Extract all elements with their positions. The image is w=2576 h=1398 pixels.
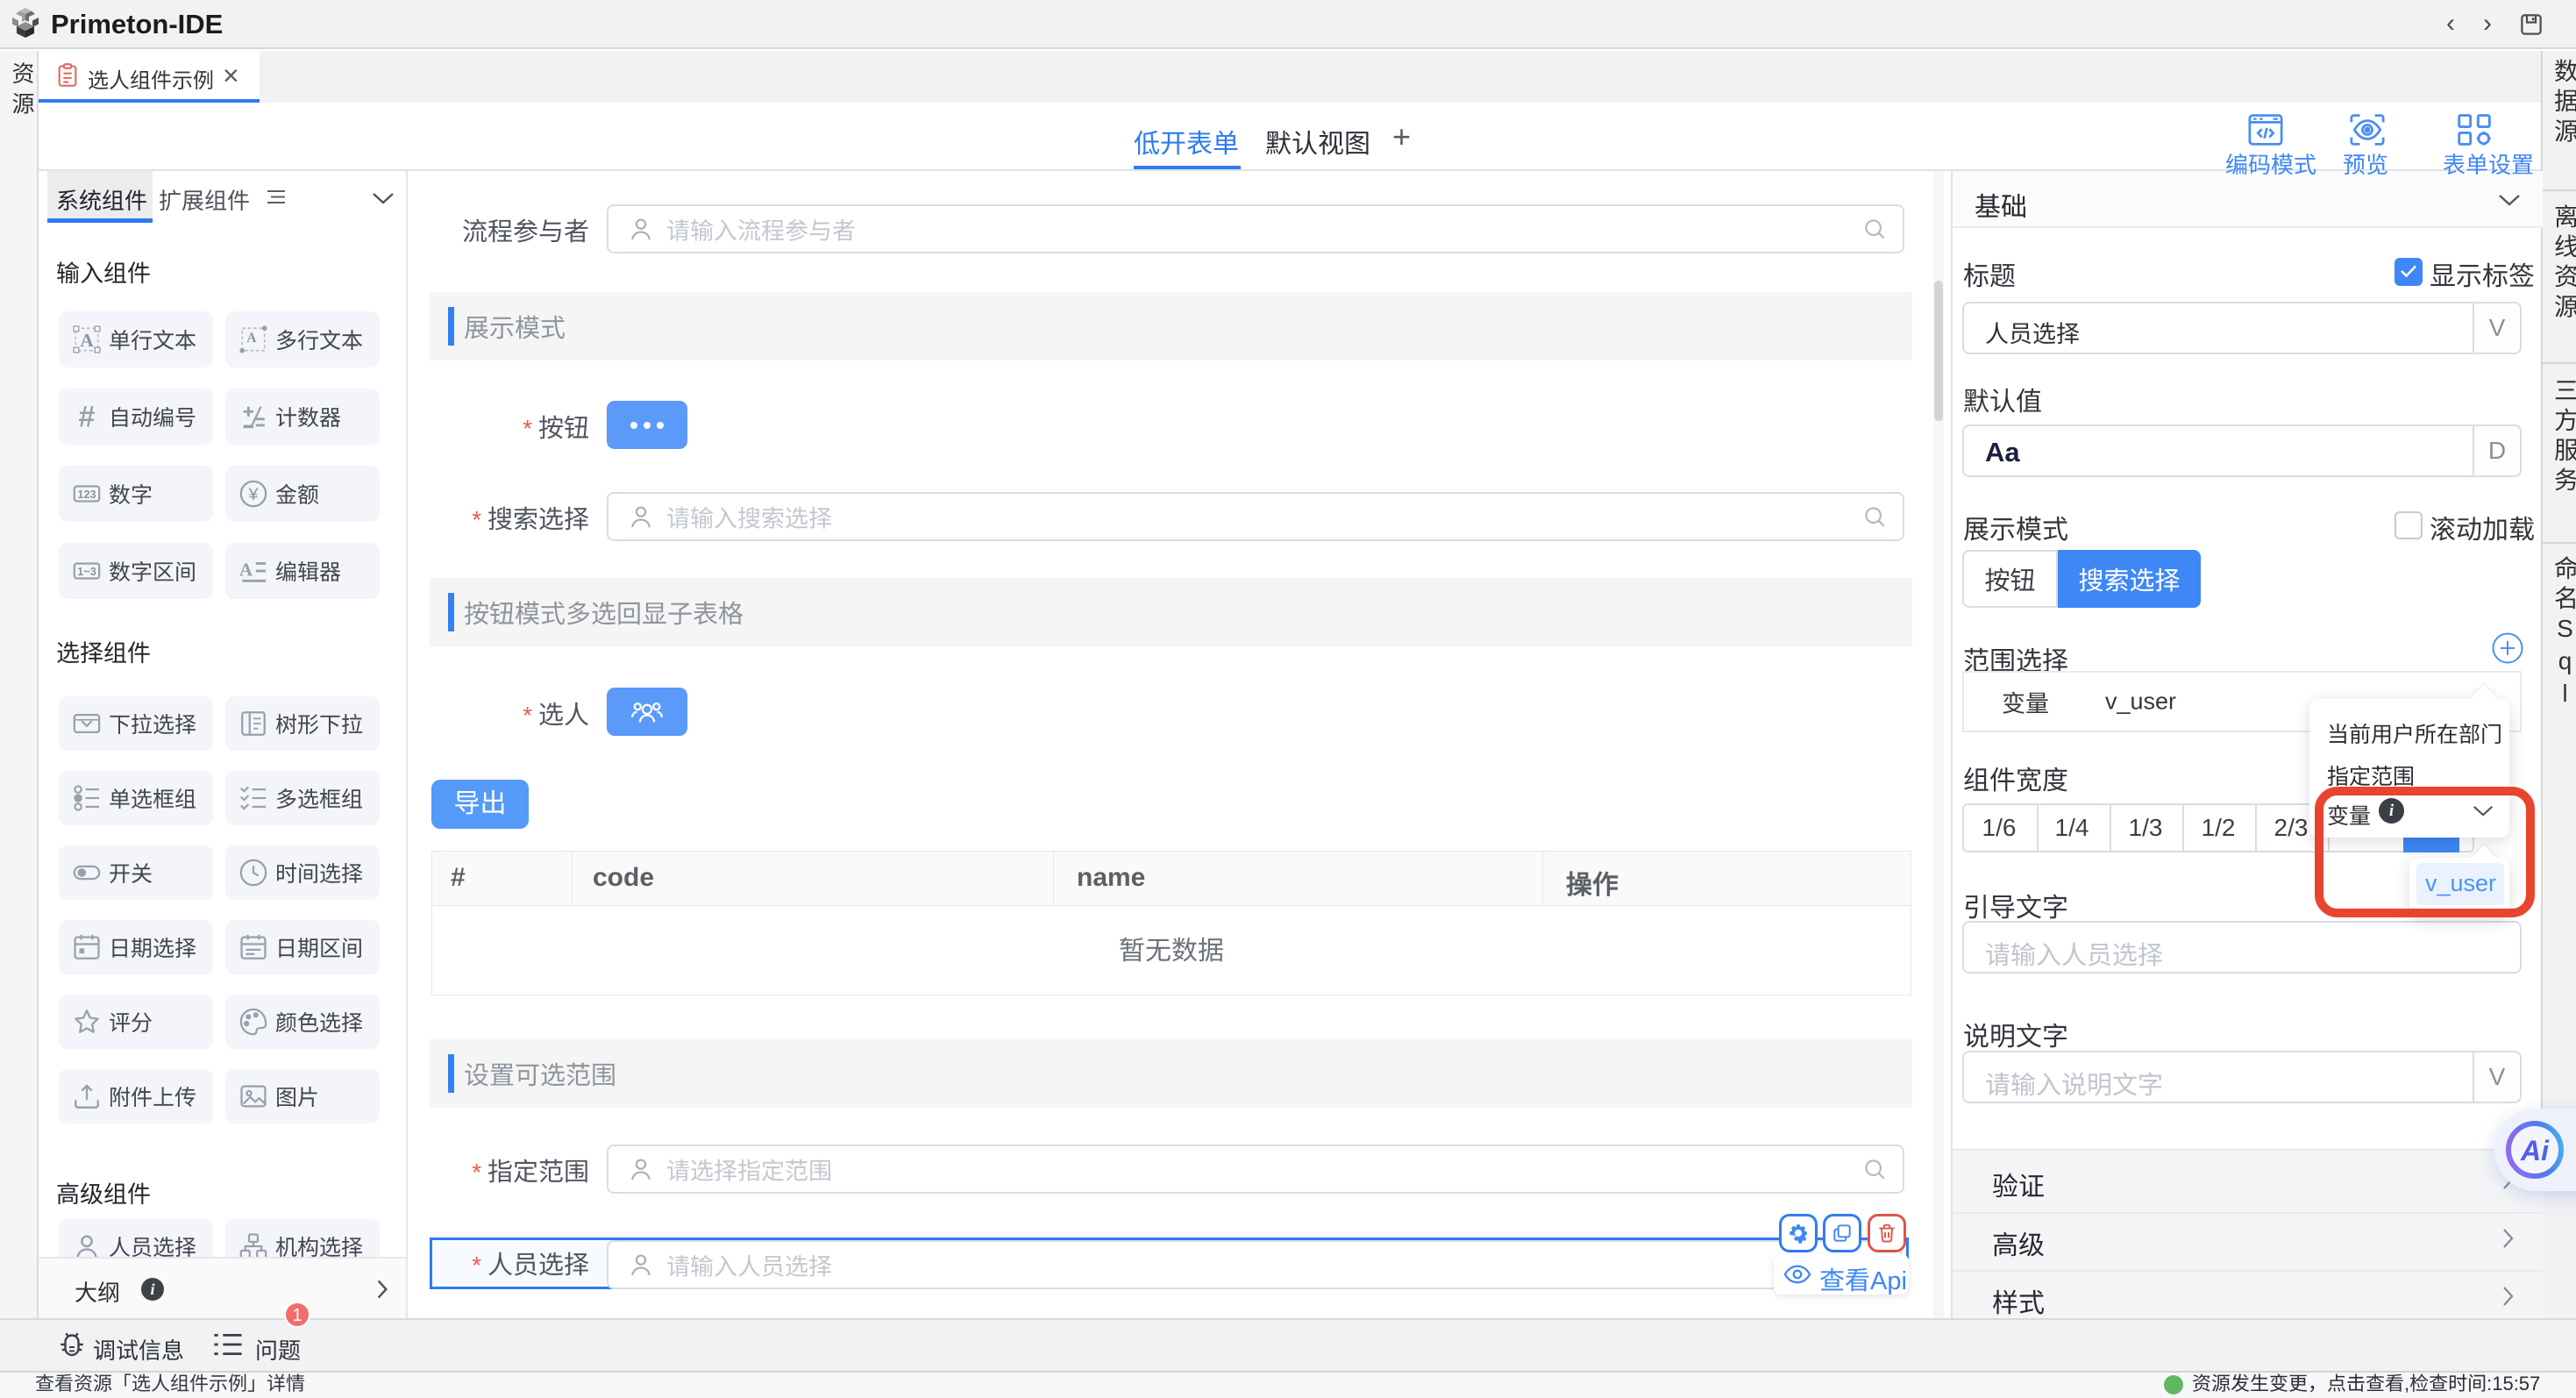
- svg-text:A: A: [80, 330, 94, 351]
- svg-text:#: #: [79, 402, 96, 432]
- svg-text:1~3: 1~3: [77, 565, 96, 578]
- svg-text:¥: ¥: [247, 485, 259, 504]
- svg-text:Ai: Ai: [2520, 1135, 2550, 1166]
- svg-text:A: A: [239, 560, 253, 581]
- svg-text:123: 123: [77, 488, 96, 501]
- svg-text:A: A: [246, 331, 257, 346]
